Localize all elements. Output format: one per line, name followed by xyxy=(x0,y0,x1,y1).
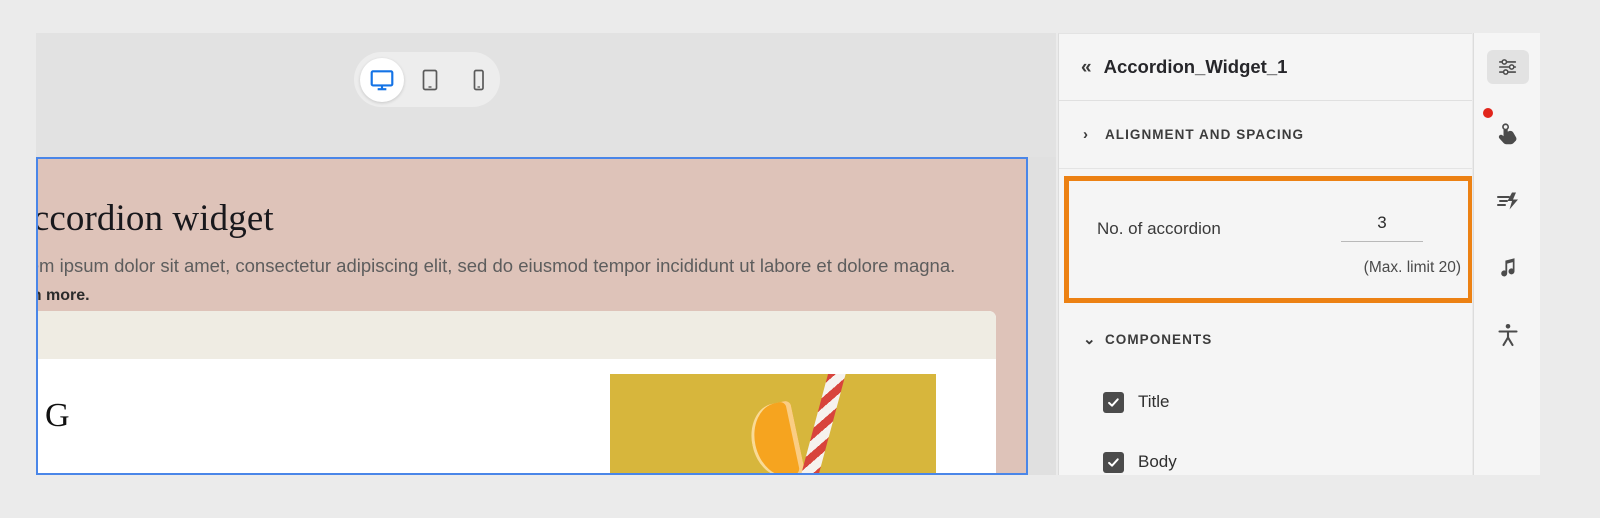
checkbox-title-icon[interactable] xyxy=(1103,391,1124,413)
desktop-icon xyxy=(369,67,395,93)
chevron-double-left-icon[interactable]: « xyxy=(1081,58,1092,77)
hero-subtitle: Lorem ipsum dolor sit amet, consectetur … xyxy=(38,255,956,276)
component-item-body[interactable]: Body xyxy=(1059,432,1472,475)
components-section: ⌄ COMPONENTS Title Body xyxy=(1059,306,1472,475)
accordion-count-highlight: No. of accordion 3 (Max. limit 20) xyxy=(1064,176,1472,303)
panel-title: Accordion_Widget_1 xyxy=(1103,56,1288,77)
app-root: Accordion widget Lorem ipsum dolor sit a… xyxy=(0,0,1600,518)
card-letter: G xyxy=(45,397,70,434)
rail-item-settings[interactable] xyxy=(1474,33,1541,100)
hero-title: Accordion widget xyxy=(38,198,274,239)
section-alignment-and-spacing[interactable]: › ALIGNMENT AND SPACING xyxy=(1059,101,1472,169)
settings-sliders-icon xyxy=(1486,49,1529,84)
chevron-down-icon: ⌄ xyxy=(1083,331,1096,348)
device-option-mobile[interactable] xyxy=(456,58,500,102)
orange-slice-shape xyxy=(744,400,806,473)
design-canvas: Accordion widget Lorem ipsum dolor sit a… xyxy=(36,33,1056,475)
card-header-band xyxy=(38,311,996,359)
device-option-tablet[interactable] xyxy=(408,58,452,102)
section-alignment-label: ALIGNMENT AND SPACING xyxy=(1105,127,1305,142)
component-item-title[interactable]: Title xyxy=(1059,372,1472,432)
hero-learn-more-link[interactable]: Learn more. xyxy=(38,287,90,305)
section-components[interactable]: ⌄ COMPONENTS xyxy=(1059,306,1472,372)
no-of-accordion-label: No. of accordion xyxy=(1097,219,1221,238)
no-of-accordion-row: No. of accordion 3 (Max. limit 20) xyxy=(1069,181,1468,298)
input-underline xyxy=(1341,241,1423,242)
component-title-label: Title xyxy=(1138,392,1170,411)
selected-page-frame[interactable]: Accordion widget Lorem ipsum dolor sit a… xyxy=(36,157,1028,475)
rail-item-audio[interactable] xyxy=(1474,234,1541,301)
mobile-icon xyxy=(471,68,486,92)
audio-music-icon xyxy=(1487,251,1529,285)
no-of-accordion-input[interactable]: 3 xyxy=(1341,213,1423,242)
rail-item-interaction[interactable] xyxy=(1474,100,1541,167)
device-option-desktop[interactable] xyxy=(360,57,404,102)
max-limit-hint: (Max. limit 20) xyxy=(1363,259,1461,276)
hero-section[interactable]: Accordion widget Lorem ipsum dolor sit a… xyxy=(38,159,1026,323)
notification-badge-dot xyxy=(1483,108,1493,118)
canvas-toolbar xyxy=(36,33,1056,157)
motion-speed-icon xyxy=(1487,184,1529,218)
interaction-tap-icon xyxy=(1487,117,1529,151)
section-components-label: COMPONENTS xyxy=(1105,331,1213,347)
panel-header: « Accordion_Widget_1 xyxy=(1059,34,1472,101)
checkbox-body-icon[interactable] xyxy=(1103,451,1124,473)
no-of-accordion-value: 3 xyxy=(1377,213,1387,232)
component-body-label: Body xyxy=(1138,452,1177,471)
card-photo xyxy=(610,374,936,473)
settings-panel: « Accordion_Widget_1 › ALIGNMENT AND SPA… xyxy=(1058,33,1472,475)
rail-item-accessibility[interactable] xyxy=(1474,301,1541,368)
rail-item-motion[interactable] xyxy=(1474,167,1541,234)
right-icon-rail xyxy=(1473,33,1540,475)
accessibility-icon xyxy=(1487,318,1529,352)
device-switch[interactable] xyxy=(354,52,500,107)
tablet-icon xyxy=(420,68,440,92)
chevron-right-icon: › xyxy=(1083,126,1088,143)
accordion-content-card[interactable]: G xyxy=(38,311,996,473)
